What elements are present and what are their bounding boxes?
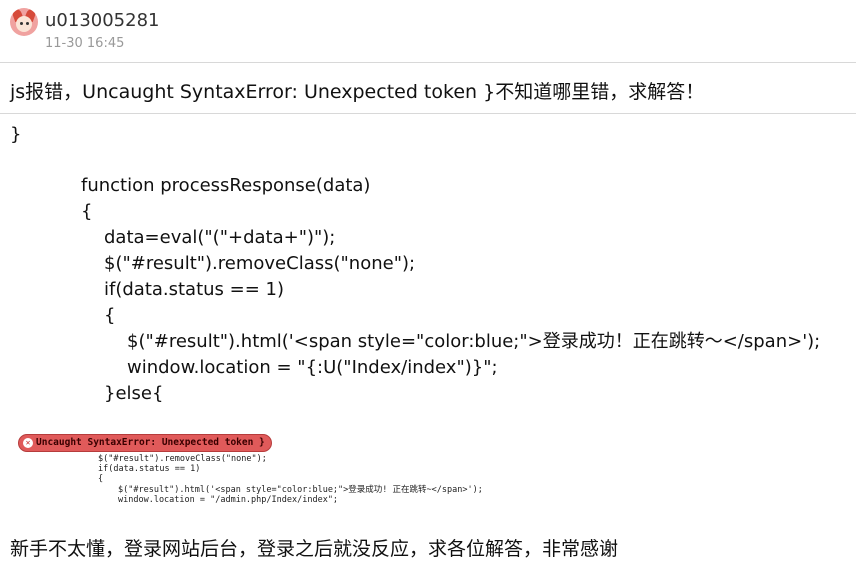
author-name[interactable]: u013005281 bbox=[45, 10, 159, 31]
console-error-text: Uncaught SyntaxError: Unexpected token } bbox=[36, 437, 265, 448]
post-footer-text: 新手不太懂，登录网站后台，登录之后就没反应，求各位解答，非常感谢 bbox=[10, 538, 619, 560]
code-line: $("#result").removeClass("none"); bbox=[104, 253, 416, 274]
error-icon: ✕ bbox=[23, 438, 33, 448]
avatar-eye-left bbox=[20, 22, 23, 25]
avatar[interactable] bbox=[10, 8, 38, 36]
code-line: data=eval("("+data+")"); bbox=[104, 227, 336, 248]
code-line: } bbox=[10, 124, 22, 145]
code-line: function processResponse(data) bbox=[81, 175, 371, 196]
screenshot-code-line: if(data.status == 1) bbox=[98, 464, 201, 474]
divider bbox=[0, 62, 856, 63]
screenshot-code-line: $("#result").html('<span style="color:bl… bbox=[118, 485, 483, 495]
console-screenshot[interactable]: ✕ Uncaught SyntaxError: Unexpected token… bbox=[16, 432, 536, 512]
console-error-badge: ✕ Uncaught SyntaxError: Unexpected token… bbox=[18, 434, 272, 452]
post-title: js报错，Uncaught SyntaxError: Unexpected to… bbox=[10, 81, 705, 103]
code-line: { bbox=[104, 305, 116, 326]
code-line: if(data.status == 1) bbox=[104, 279, 285, 300]
code-line: { bbox=[81, 201, 93, 222]
screenshot-code-line: window.location = "/admin.php/Index/inde… bbox=[118, 495, 339, 505]
screenshot-code-line: { bbox=[98, 474, 104, 484]
post-header: u013005281 11-30 16:45 bbox=[0, 0, 856, 60]
post-time: 11-30 16:45 bbox=[45, 36, 125, 51]
code-line: window.location = "{:U("Index/index")}"; bbox=[127, 357, 498, 378]
screenshot-code-line: $("#result").removeClass("none"); bbox=[98, 454, 267, 464]
code-line: $("#result").html('<span style="color:bl… bbox=[127, 331, 821, 352]
divider bbox=[0, 113, 856, 114]
code-line: }else{ bbox=[104, 383, 164, 404]
avatar-eye-right bbox=[26, 22, 29, 25]
avatar-face bbox=[16, 16, 32, 32]
